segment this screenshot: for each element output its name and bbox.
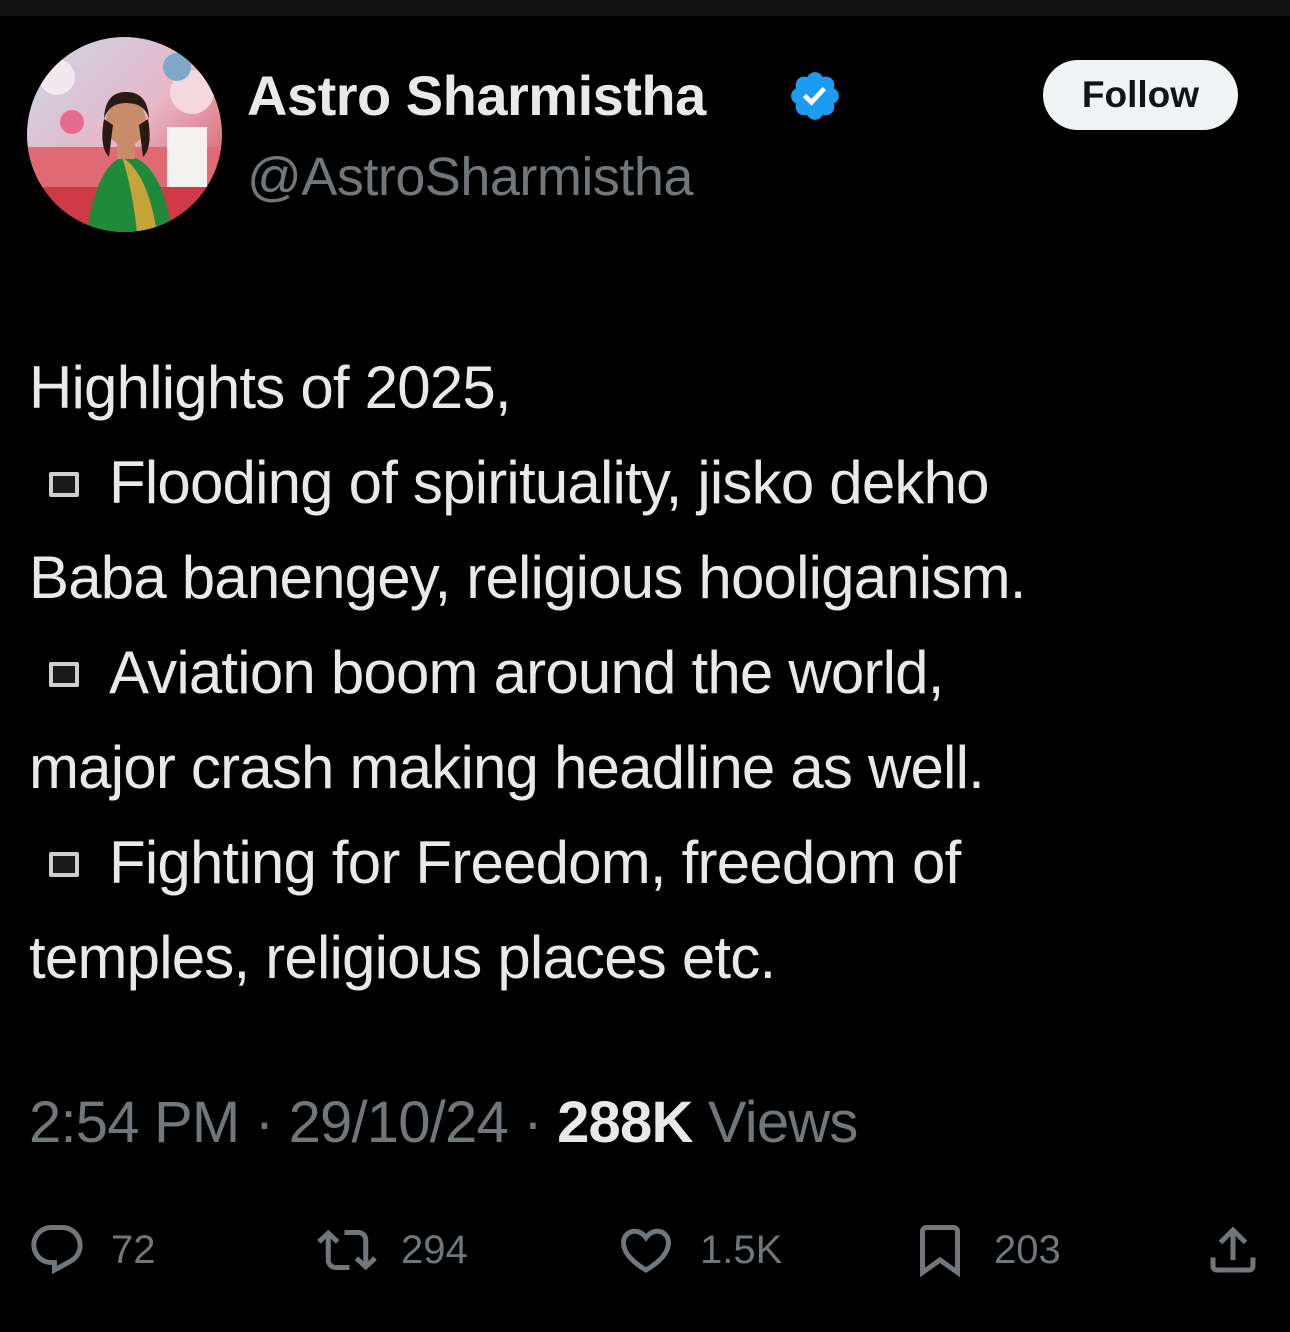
tweet-text: Highlights of 2025, Flooding of spiritua… — [29, 340, 1269, 1005]
black-square-bullet-icon — [49, 662, 79, 687]
share-button[interactable] — [1203, 1218, 1263, 1282]
tweet-line-text: temples, religious places etc. — [29, 924, 776, 991]
bookmark-icon — [920, 1225, 960, 1278]
heart-icon — [620, 1228, 672, 1273]
user-handle[interactable]: @AstroSharmistha — [247, 144, 693, 210]
black-square-bullet-icon — [49, 852, 79, 877]
repost-button[interactable]: 294 — [317, 1218, 468, 1282]
repost-count: 294 — [401, 1227, 468, 1272]
reply-count: 72 — [111, 1227, 156, 1272]
tweet-line-text: Flooding of spirituality, jisko dekho — [109, 449, 990, 516]
tweet-meta: 2:54 PM · 29/10/24 · 288K Views — [29, 1086, 858, 1160]
meta-separator: · — [239, 1090, 289, 1155]
views-label-text: Views — [707, 1090, 858, 1155]
reply-button[interactable]: 72 — [27, 1218, 156, 1282]
views-count: 288K — [557, 1090, 693, 1155]
tweet-line-text: Aviation boom around the world, — [109, 639, 944, 706]
tweet-line-text: Fighting for Freedom, freedom of — [109, 829, 961, 896]
tweet-line-text: major crash making headline as well. — [29, 734, 985, 801]
repost-icon — [317, 1229, 377, 1271]
avatar[interactable] — [27, 37, 222, 232]
tweet-line: Baba banengey, religious hooliganism. — [29, 530, 1269, 625]
tweet-time[interactable]: 2:54 PM — [29, 1090, 240, 1155]
tweet-line: Flooding of spirituality, jisko dekho — [29, 435, 1269, 530]
status-bar-strip — [0, 0, 1290, 16]
share-icon — [1210, 1226, 1256, 1273]
verified-badge-icon[interactable] — [787, 68, 843, 124]
like-button[interactable]: 1.5K — [616, 1218, 782, 1282]
follow-button[interactable]: Follow — [1043, 60, 1238, 130]
tweet-date[interactable]: 29/10/24 — [289, 1090, 509, 1155]
like-count: 1.5K — [700, 1227, 783, 1272]
views-label: Views — [693, 1090, 858, 1155]
tweet-line: Aviation boom around the world, — [29, 625, 1269, 720]
reply-icon — [31, 1225, 83, 1275]
avatar-image — [27, 37, 222, 232]
tweet-line-text: Baba banengey, religious hooliganism. — [29, 544, 1026, 611]
display-name[interactable]: Astro Sharmistha — [247, 60, 706, 132]
tweet-line: Highlights of 2025, — [29, 340, 1269, 435]
bookmark-count: 203 — [994, 1227, 1061, 1272]
black-square-bullet-icon — [49, 472, 79, 497]
bookmark-button[interactable]: 203 — [910, 1218, 1061, 1282]
tweet-line-text: Highlights of 2025, — [29, 354, 512, 421]
tweet-line: temples, religious places etc. — [29, 910, 1269, 1005]
meta-separator: · — [507, 1090, 558, 1155]
tweet-line: major crash making headline as well. — [29, 720, 1269, 815]
tweet-line: Fighting for Freedom, freedom of — [29, 815, 1269, 910]
